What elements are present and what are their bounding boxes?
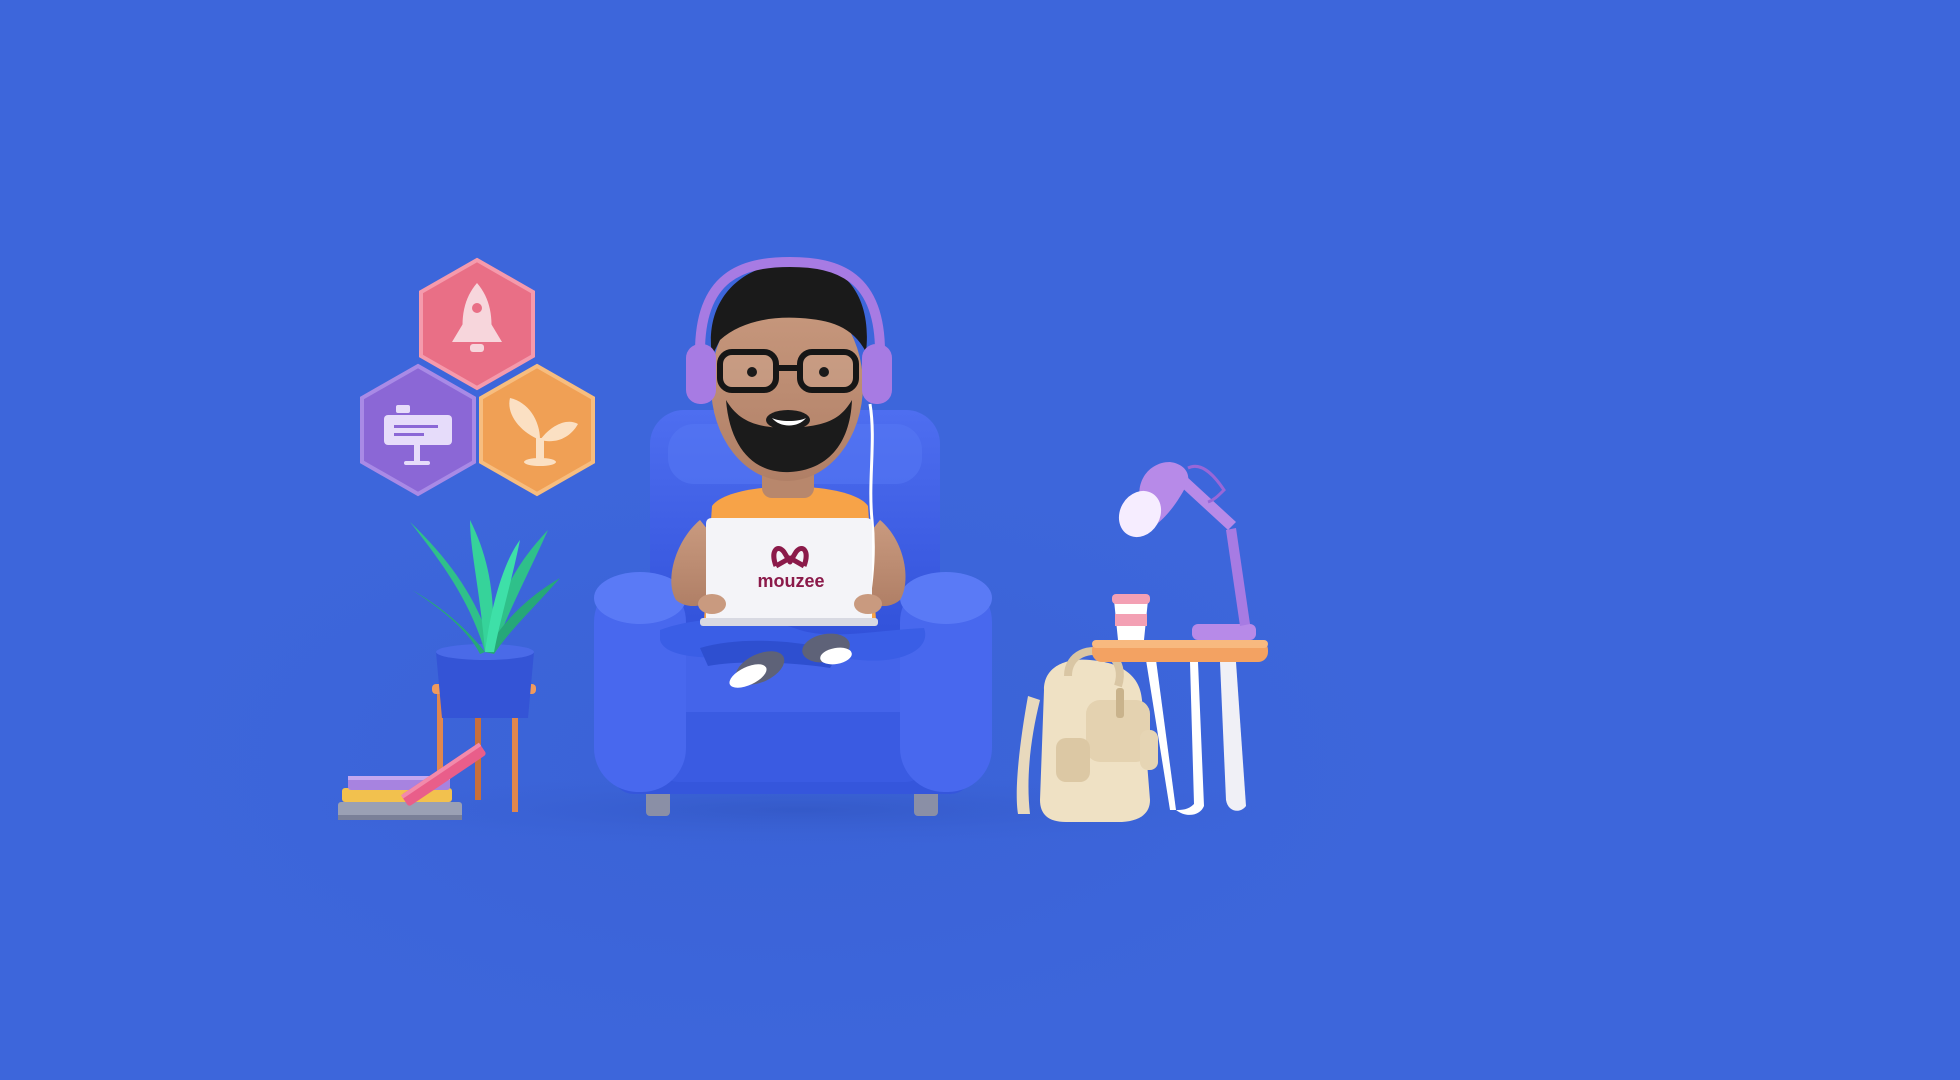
- potted-plant: [410, 520, 560, 812]
- left-hand: [698, 594, 726, 614]
- badge-growth: [479, 363, 595, 497]
- laptop: mouzee: [700, 518, 878, 626]
- right-hand: [854, 594, 882, 614]
- laptop-brand-text: mouzee: [757, 571, 824, 591]
- illustration-scene: mouzee: [0, 0, 1960, 1080]
- badge-presentation: [360, 363, 476, 497]
- badge-rocket: [419, 257, 535, 391]
- illustration-svg: mouzee: [240, 256, 1360, 852]
- coffee-cup: [1112, 594, 1150, 640]
